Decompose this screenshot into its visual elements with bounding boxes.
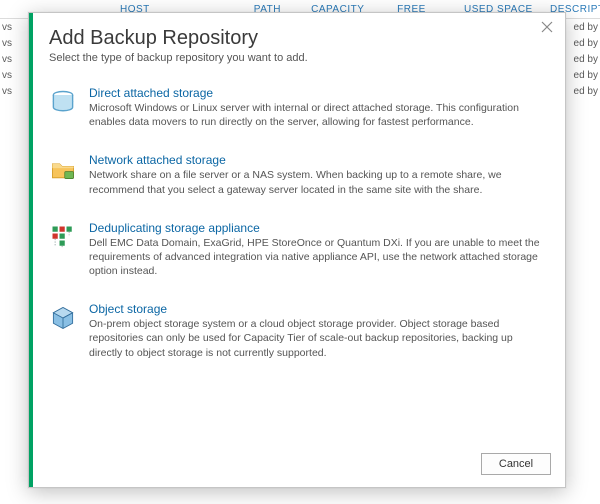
option-object-storage[interactable]: Object storage On-prem object storage sy… [49, 302, 545, 360]
close-button[interactable] [539, 21, 555, 37]
object-cube-icon [49, 304, 77, 332]
option-network-attached-storage[interactable]: Network attached storage Network share o… [49, 153, 545, 196]
nas-folder-icon [49, 155, 77, 183]
close-icon [539, 21, 555, 33]
dialog-title: Add Backup Repository [49, 27, 545, 50]
option-title: Object storage [89, 302, 545, 316]
option-direct-attached-storage[interactable]: Direct attached storage Microsoft Window… [49, 86, 545, 129]
options-list: Direct attached storage Microsoft Window… [29, 68, 565, 360]
option-desc: Dell EMC Data Domain, ExaGrid, HPE Store… [89, 236, 545, 279]
background-right-fragment: ed by ed by ed by ed by ed by [574, 20, 598, 100]
option-title: Deduplicating storage appliance [89, 221, 545, 235]
background-left-fragment: vs vs vs vs vs [2, 20, 12, 100]
option-deduplicating-storage-appliance[interactable]: Deduplicating storage appliance Dell EMC… [49, 221, 545, 279]
accent-stripe [29, 13, 33, 487]
disk-stack-icon [49, 88, 77, 116]
option-title: Direct attached storage [89, 86, 545, 100]
option-desc: Network share on a file server or a NAS … [89, 168, 545, 196]
dialog-footer: Cancel [481, 453, 551, 475]
option-title: Network attached storage [89, 153, 545, 167]
dialog-subtitle: Select the type of backup repository you… [49, 52, 545, 64]
dedupe-grid-icon [49, 223, 77, 251]
cancel-button[interactable]: Cancel [481, 453, 551, 475]
option-desc: On-prem object storage system or a cloud… [89, 317, 545, 360]
option-desc: Microsoft Windows or Linux server with i… [89, 101, 545, 129]
dialog-header: Add Backup Repository Select the type of… [29, 13, 565, 68]
add-backup-repository-dialog: Add Backup Repository Select the type of… [28, 12, 566, 488]
